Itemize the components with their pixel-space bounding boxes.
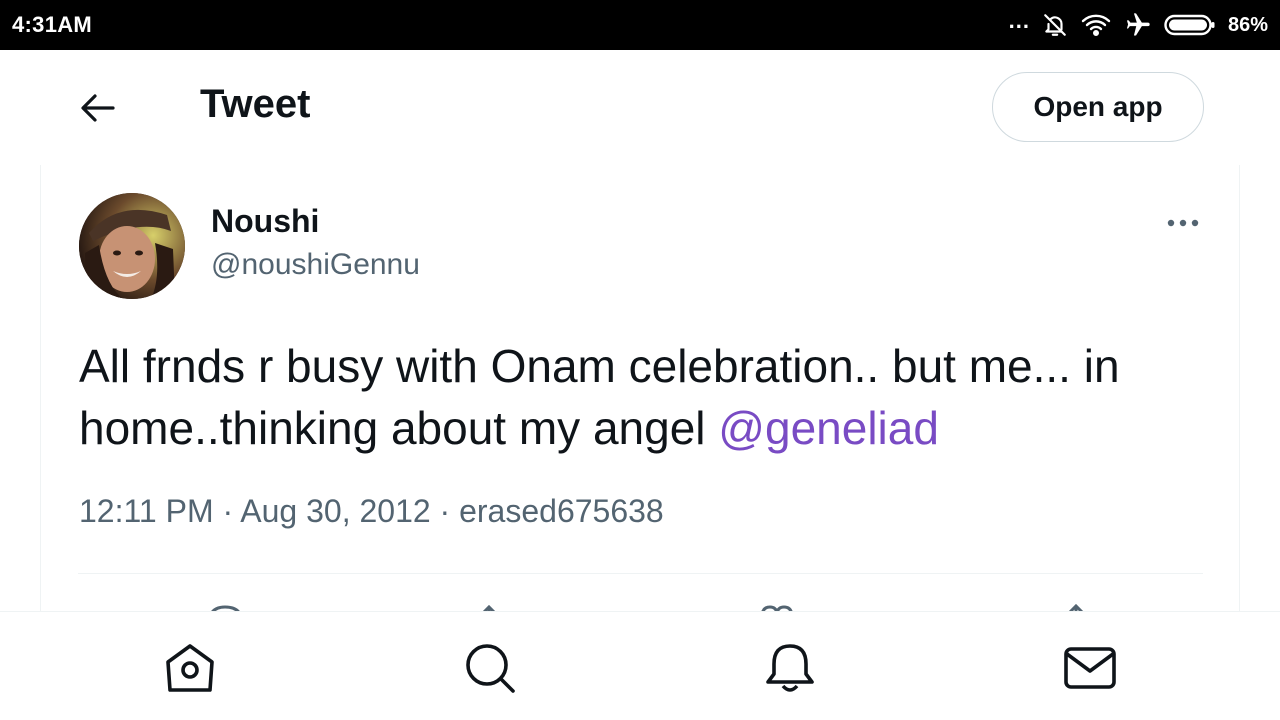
- tweet-card: Noushi @noushiGennu All frnds r busy wit…: [40, 165, 1240, 615]
- battery-icon: [1164, 13, 1216, 37]
- back-arrow-icon: [81, 94, 115, 122]
- page-title: Tweet: [200, 82, 311, 126]
- wifi-icon: [1080, 12, 1112, 38]
- status-icons: ... 86%: [1008, 8, 1268, 39]
- bottom-navigation: [0, 611, 1280, 720]
- messages-icon: [1064, 647, 1116, 689]
- nav-home[interactable]: [162, 640, 218, 696]
- tweet-text: All frnds r busy with Onam celebration..…: [79, 335, 1209, 459]
- more-dots-icon: [1167, 219, 1199, 227]
- avatar[interactable]: [79, 193, 185, 299]
- status-time: 4:31AM: [12, 12, 93, 37]
- notifications-off-icon: [1042, 12, 1068, 38]
- more-indicator: ...: [1008, 8, 1030, 33]
- battery-percent: 86%: [1227, 13, 1268, 36]
- nav-messages[interactable]: [1062, 640, 1118, 696]
- divider: [78, 573, 1203, 574]
- back-button[interactable]: [78, 90, 118, 126]
- nav-notifications[interactable]: [762, 640, 818, 696]
- search-icon: [466, 644, 515, 693]
- avatar-photo-icon: [79, 193, 185, 299]
- status-bar: 4:31AM ... 86%: [0, 0, 1280, 50]
- more-options-button[interactable]: [1163, 213, 1203, 233]
- nav-search[interactable]: [462, 640, 518, 696]
- notifications-icon: [766, 644, 814, 692]
- author-handle[interactable]: @noushiGennu: [211, 248, 420, 282]
- open-app-button[interactable]: Open app: [992, 72, 1204, 142]
- home-icon: [166, 644, 214, 692]
- author-name[interactable]: Noushi: [211, 203, 319, 240]
- tweet-metadata: 12:11 PM · Aug 30, 2012 · erased675638: [79, 493, 664, 529]
- page-header: Tweet Open app: [0, 50, 1280, 165]
- mention-link[interactable]: @geneliad: [718, 402, 939, 454]
- airplane-mode-icon: [1124, 11, 1152, 39]
- tweet-text-body: All frnds r busy with Onam celebration..…: [79, 340, 1120, 454]
